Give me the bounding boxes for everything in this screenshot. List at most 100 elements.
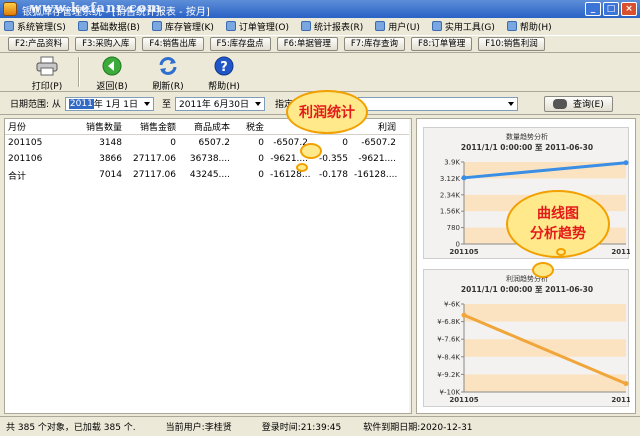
refresh-icon — [157, 56, 179, 76]
y-tick-label: 3.9K — [444, 159, 460, 167]
f8-orders-button[interactable]: F8:订单管理 — [411, 37, 473, 51]
svg-text:?: ? — [220, 60, 228, 75]
menu-reports[interactable]: 统计报表(R) — [301, 20, 363, 33]
close-button[interactable]: × — [621, 2, 637, 16]
minimize-button[interactable]: _ — [585, 2, 601, 16]
print-button[interactable]: 打印(P) — [22, 54, 72, 92]
help-menu-icon — [506, 21, 517, 31]
tools-icon — [431, 21, 442, 31]
table-row[interactable]: 201106 3866 27117.06 36738.... 0 -9621..… — [5, 151, 411, 167]
orders-icon — [225, 21, 236, 31]
report-table[interactable]: 月份 销售数量 销售金额 商品成本 税金 利润 201105 3148 0 65… — [4, 118, 412, 414]
printer-icon — [36, 56, 58, 76]
status-bar: 共 385 个对象，已加载 385 个. 当前用户:李桂贤 登录时间:21:39… — [0, 416, 640, 436]
table-total-row[interactable]: 合计 7014 27117.06 43245.... 0 -16128.... … — [5, 167, 411, 183]
toolbar: 打印(P) 返回(B) 刷新(R) ? 帮助(H) — [0, 54, 640, 92]
f3-purchase-button[interactable]: F3:采购入库 — [75, 37, 137, 51]
menu-users[interactable]: 用户(U) — [375, 20, 420, 33]
product-select[interactable] — [358, 96, 519, 111]
chart-band — [464, 304, 626, 322]
chevron-down-icon[interactable] — [144, 101, 150, 106]
f10-sales-profit-button[interactable]: F10:销售利润 — [478, 37, 545, 51]
query-button[interactable]: 查询(E) — [544, 95, 613, 112]
f7-stock-query-button[interactable]: F7:库存查询 — [343, 37, 406, 51]
table-scrollbar[interactable] — [409, 119, 411, 413]
to-date-picker[interactable]: 2011年 6月30日 — [175, 96, 265, 111]
from-date-rest: 年 1月 1日 — [93, 100, 138, 110]
y-tick-label: ¥-7.6K — [437, 336, 460, 344]
menu-help[interactable]: 帮助(H) — [506, 20, 552, 33]
to-label: 至 — [162, 100, 172, 110]
y-tick-label: 3.12K — [440, 175, 461, 183]
profit-trend-svg: 利润趋势分析2011/1/1 0:00:00 至 2011-06-30¥-6K¥… — [437, 274, 630, 404]
chevron-down-icon[interactable] — [254, 101, 261, 106]
chart-title: 数量趋势分析 — [506, 132, 548, 141]
col-tax[interactable]: 税金 — [233, 120, 267, 133]
y-tick-label: ¥-6.8K — [437, 318, 460, 326]
y-tick-label: ¥-8.4K — [437, 353, 460, 361]
function-key-bar: F2:产品资料 F3:采购入库 F4:销售出库 F5:库存盘点 F6:单据管理 … — [0, 35, 640, 53]
col-sales-qty[interactable]: 销售数量 — [75, 120, 125, 133]
users-icon — [375, 21, 386, 31]
f5-stocktake-button[interactable]: F5:库存盘点 — [209, 37, 271, 51]
app-icon — [3, 2, 17, 16]
table-row[interactable]: 201105 3148 0 6507.2 0 -6507.2 0 -6507.2 — [5, 135, 411, 151]
menu-basic-data[interactable]: 基础数据(B) — [77, 20, 140, 33]
profit-callout-puff — [300, 143, 322, 159]
profit-callout: 利润统计 — [286, 90, 368, 134]
system-icon — [4, 21, 14, 31]
data-point — [623, 381, 629, 387]
login-time: 登录时间:21:39:45 — [261, 423, 342, 433]
chart-subtitle: 2011/1/1 0:00:00 至 2011-06-30 — [461, 285, 593, 294]
reports-icon — [301, 21, 311, 31]
y-tick-label: ¥-6K — [444, 301, 460, 309]
y-tick-label: 1.56K — [440, 208, 461, 216]
col-sales-amount[interactable]: 销售金额 — [125, 120, 179, 133]
help-icon: ? — [213, 56, 235, 76]
data-point — [461, 175, 467, 181]
menu-orders[interactable]: 订单管理(O) — [225, 20, 289, 33]
col-month[interactable]: 月份 — [5, 120, 75, 133]
profit-callout-puff — [296, 163, 308, 172]
expiry-date: 软件到期日期:2020-12-31 — [363, 423, 473, 433]
watermark: www.kefanr.com — [30, 1, 163, 16]
menu-tools[interactable]: 实用工具(G) — [431, 20, 495, 33]
chart-band — [464, 374, 626, 392]
x-tick-label: 201105 — [449, 248, 478, 256]
from-date-picker[interactable]: 2011 年 1月 1日 — [64, 96, 154, 111]
basic-data-icon — [77, 21, 88, 31]
f2-product-button[interactable]: F2:产品资料 — [8, 37, 70, 51]
menu-system[interactable]: 系统管理(S) — [4, 20, 66, 33]
chart-pane: 数量趋势分析 2011/1/1 0:00:00 至 2011-06-30 3.9K 3… — [416, 118, 636, 414]
from-year[interactable]: 2011 — [68, 98, 94, 109]
binoculars-icon — [553, 98, 568, 109]
trend-callout-puff — [532, 262, 554, 278]
y-tick-label: 2.34K — [440, 191, 461, 199]
date-range-label: 日期范围: 从 — [10, 100, 61, 110]
title-bar: 银狐库存管理系统 - [销售统计报表 - 按月] www.kefanr.com … — [0, 0, 640, 18]
menu-bar: 系统管理(S) 基础数据(B) 库存管理(K) 订单管理(O) 统计报表(R) … — [0, 18, 640, 34]
y-tick-label: 780 — [447, 224, 460, 232]
data-point — [623, 160, 629, 166]
data-point — [461, 312, 467, 318]
chart-subtitle: 2011/1/1 0:00:00 至 2011-06-30 — [461, 143, 593, 152]
profit-trend-chart: 利润趋势分析 2011/1/1 0:00:00 至 2011-06-30 ¥-6K ¥… — [423, 269, 630, 407]
trend-callout-puff — [556, 248, 566, 256]
object-count: 共 385 个对象，已加载 385 个. — [6, 423, 136, 433]
menu-inventory[interactable]: 库存管理(K) — [151, 20, 214, 33]
x-tick-label: 201106 — [611, 396, 630, 404]
back-button[interactable]: 返回(B) — [87, 54, 137, 92]
f4-sales-button[interactable]: F4:销售出库 — [142, 37, 204, 51]
refresh-button[interactable]: 刷新(R) — [143, 54, 193, 92]
current-user: 当前用户:李桂贤 — [165, 423, 232, 433]
to-date: 2011年 6月30日 — [179, 100, 249, 110]
maximize-button[interactable]: □ — [603, 2, 619, 16]
help-button[interactable]: ? 帮助(H) — [199, 54, 249, 92]
chevron-down-icon[interactable] — [508, 101, 515, 106]
col-cost[interactable]: 商品成本 — [179, 120, 233, 133]
x-tick-label: 201106 — [611, 248, 630, 256]
toolbar-separator — [78, 57, 79, 87]
x-tick-label: 201105 — [449, 396, 478, 404]
f6-documents-button[interactable]: F6:单据管理 — [276, 37, 338, 51]
inventory-icon — [151, 21, 162, 31]
